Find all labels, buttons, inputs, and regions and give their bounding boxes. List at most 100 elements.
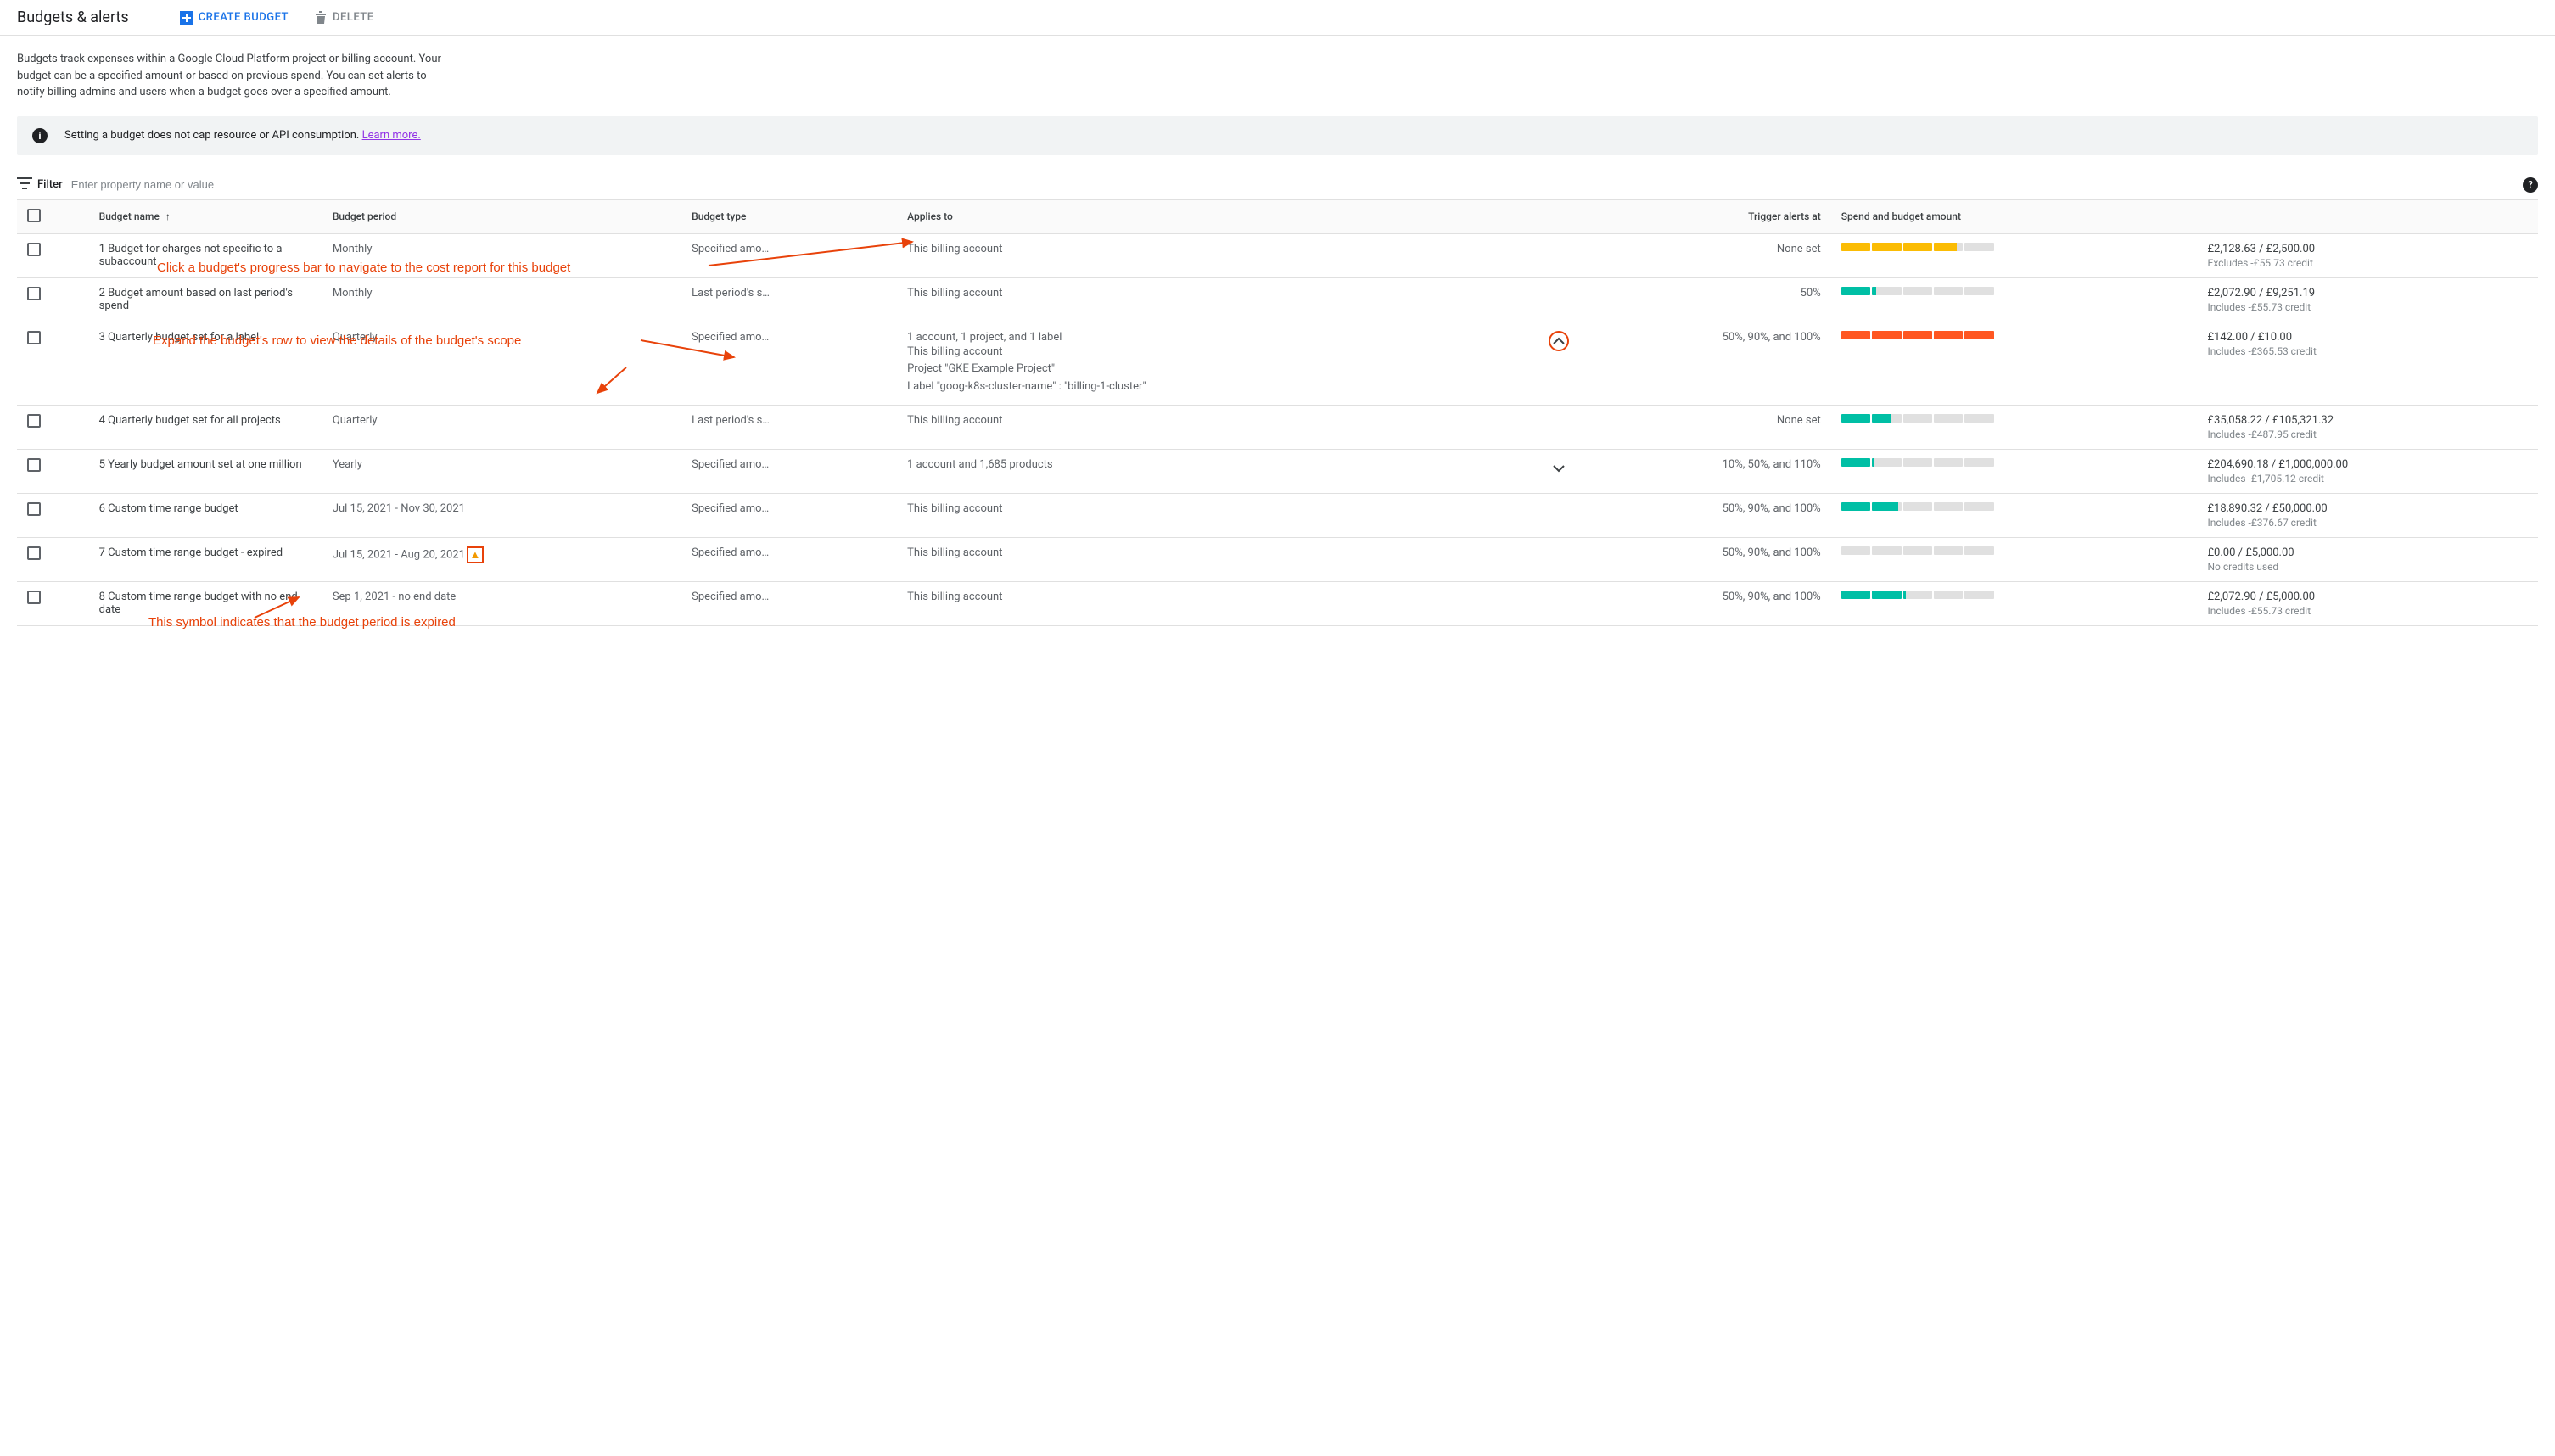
budget-period-cell: Sep 1, 2021 - no end date [322,581,681,625]
delete-button[interactable]: DELETE [314,11,374,25]
trigger-cell: None set [1579,405,1830,449]
chevron-down-icon[interactable] [1549,458,1569,479]
progress-bar[interactable] [1841,414,1994,423]
applies-to-cell: This billing account [897,493,1579,537]
budget-type-cell: Specified amo… [681,449,897,493]
applies-to-cell: 1 account and 1,685 products [897,449,1579,493]
amount-cell: £18,890.32 / £50,000.00Includes -£376.67… [2198,493,2539,537]
help-icon[interactable]: ? [2523,177,2538,193]
delete-label: DELETE [333,11,374,24]
trigger-cell: 10%, 50%, and 110% [1579,449,1830,493]
budget-period-cell: Jul 15, 2021 - Nov 30, 2021 [322,493,681,537]
amount-cell: £142.00 / £10.00Includes -£365.53 credit [2198,322,2539,405]
page-title: Budgets & alerts [17,8,129,26]
create-budget-button[interactable]: CREATE BUDGET [180,11,289,25]
row-checkbox[interactable] [27,502,41,516]
budget-period-cell: Yearly [322,449,681,493]
learn-more-link[interactable]: Learn more. [362,129,421,142]
col-header-trigger[interactable]: Trigger alerts at [1579,199,1830,233]
col-header-amount [2198,199,2539,233]
spend-cell [1831,233,2198,277]
budget-name-cell: 1 Budget for charges not specific to a s… [89,233,322,277]
table-row[interactable]: 4 Quarterly budget set for all projectsQ… [17,405,2538,449]
budget-name-cell: 6 Custom time range budget [89,493,322,537]
table-row[interactable]: 5 Yearly budget amount set at one millio… [17,449,2538,493]
row-checkbox[interactable] [27,331,41,344]
table-row[interactable]: 8 Custom time range budget with no end d… [17,581,2538,625]
progress-bar[interactable] [1841,243,1994,251]
budget-name-cell: 7 Custom time range budget - expired [89,537,322,581]
table-row[interactable]: 7 Custom time range budget - expiredJul … [17,537,2538,581]
budget-type-cell: Last period's s… [681,277,897,322]
amount-cell: £2,072.90 / £5,000.00Includes -£55.73 cr… [2198,581,2539,625]
filter-bar: Filter ? [17,171,2538,199]
filter-input[interactable] [71,178,2514,191]
row-checkbox[interactable] [27,458,41,472]
progress-bar[interactable] [1841,591,1994,599]
progress-bar[interactable] [1841,502,1994,511]
budget-type-cell: Specified amo… [681,581,897,625]
warning-icon: ▲ [467,546,484,563]
applies-to-cell: This billing account [897,405,1579,449]
budget-name-cell: 3 Quarterly budget set for a label [89,322,322,405]
budget-period-cell: Monthly [322,277,681,322]
chevron-up-icon[interactable] [1549,331,1569,351]
row-checkbox[interactable] [27,414,41,428]
col-header-spend[interactable]: Spend and budget amount [1831,199,2198,233]
col-header-applies[interactable]: Applies to [897,199,1579,233]
budgets-table: Budget name ↑ Budget period Budget type … [17,199,2538,626]
trigger-cell: None set [1579,233,1830,277]
table-header-row: Budget name ↑ Budget period Budget type … [17,199,2538,233]
select-all-checkbox[interactable] [27,209,41,222]
table-row[interactable]: 3 Quarterly budget set for a labelQuarte… [17,322,2538,405]
info-icon: i [32,128,48,143]
filter-label-group[interactable]: Filter [17,177,63,193]
budget-type-cell: Specified amo… [681,233,897,277]
applies-to-cell: 1 account, 1 project, and 1 labelThis bi… [897,322,1579,405]
row-checkbox[interactable] [27,287,41,300]
budgets-table-wrapper: Budget name ↑ Budget period Budget type … [17,199,2538,626]
filter-label: Filter [37,178,63,191]
budget-period-cell: Jul 15, 2021 - Aug 20, 2021▲ [322,537,681,581]
budget-type-cell: Specified amo… [681,322,897,405]
trash-icon [314,11,328,25]
table-row[interactable]: 6 Custom time range budgetJul 15, 2021 -… [17,493,2538,537]
intro-text: Budgets track expenses within a Google C… [17,51,450,101]
create-budget-label: CREATE BUDGET [199,11,289,24]
budget-name-cell: 8 Custom time range budget with no end d… [89,581,322,625]
budget-period-cell: Quarterly [322,322,681,405]
applies-to-cell: This billing account [897,537,1579,581]
progress-bar[interactable] [1841,546,1994,555]
trigger-cell: 50% [1579,277,1830,322]
budget-type-cell: Last period's s… [681,405,897,449]
applies-to-cell: This billing account [897,277,1579,322]
table-row[interactable]: 1 Budget for charges not specific to a s… [17,233,2538,277]
table-row[interactable]: 2 Budget amount based on last period's s… [17,277,2538,322]
budget-name-cell: 5 Yearly budget amount set at one millio… [89,449,322,493]
page-header: Budgets & alerts CREATE BUDGET DELETE [0,0,2555,36]
filter-icon [17,177,32,193]
amount-cell: £2,072.90 / £9,251.19Includes -£55.73 cr… [2198,277,2539,322]
amount-cell: £204,690.18 / £1,000,000.00Includes -£1,… [2198,449,2539,493]
trigger-cell: 50%, 90%, and 100% [1579,493,1830,537]
sort-arrow-icon: ↑ [165,210,171,222]
spend-cell [1831,449,2198,493]
progress-bar[interactable] [1841,458,1994,467]
page-content: Budgets track expenses within a Google C… [0,36,2555,626]
spend-cell [1831,405,2198,449]
spend-cell [1831,537,2198,581]
trigger-cell: 50%, 90%, and 100% [1579,581,1830,625]
progress-bar[interactable] [1841,287,1994,295]
row-checkbox[interactable] [27,591,41,604]
col-header-period[interactable]: Budget period [322,199,681,233]
budget-name-cell: 4 Quarterly budget set for all projects [89,405,322,449]
col-header-type[interactable]: Budget type [681,199,897,233]
row-checkbox[interactable] [27,546,41,560]
applies-to-cell: This billing account [897,581,1579,625]
info-banner: i Setting a budget does not cap resource… [17,116,2538,155]
col-header-name[interactable]: Budget name ↑ [89,199,322,233]
spend-cell [1831,493,2198,537]
progress-bar[interactable] [1841,331,1994,339]
banner-text: Setting a budget does not cap resource o… [64,129,421,142]
row-checkbox[interactable] [27,243,41,256]
